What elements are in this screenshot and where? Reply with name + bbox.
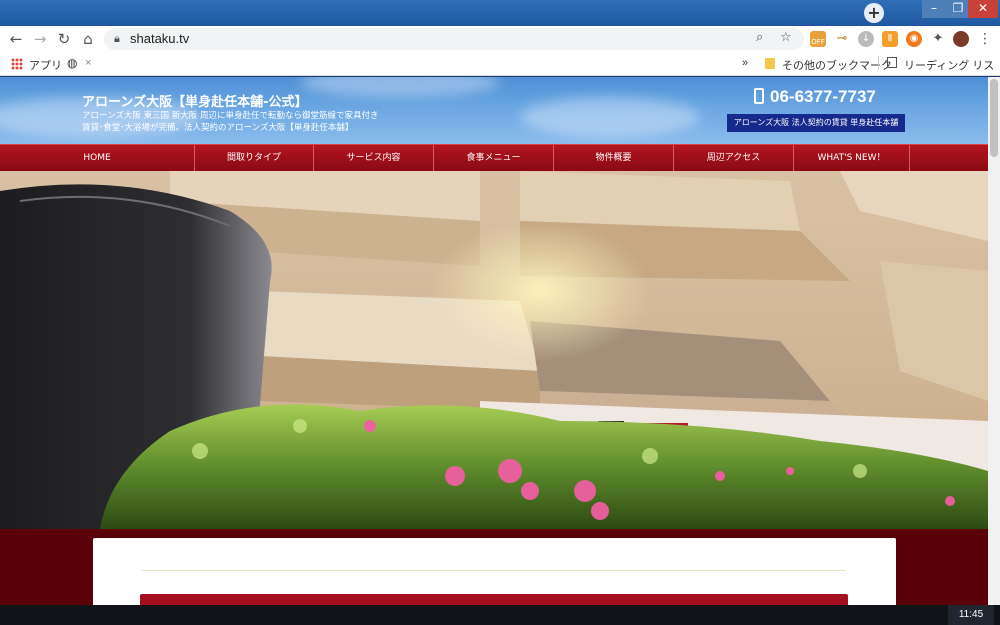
browser-window: + – ❐ ✕ ← → ↻ ⌂ 🔒︎ shataku.tv ⌕ ☆ OFF ⊸ … [0,0,1000,625]
nav-item-property[interactable]: 物件概要 [554,145,674,172]
title-bar: + – ❐ ✕ [0,0,1000,26]
content-heading-bar [140,594,848,605]
nav-item-access[interactable]: 周辺アクセス [674,145,794,172]
reading-list-icon [887,57,897,68]
zoom-icon[interactable]: ⌕ [756,30,763,45]
bookmarks-bar: アプリ ◍ × » その他のブックマーク リーディング リスト [0,52,1000,88]
browser-toolbar: ← → ↻ ⌂ 🔒︎ shataku.tv ⌕ ☆ OFF ⊸ ↓ Ⅱ ◉ ✦ … [0,26,1000,52]
hero-illustration [0,171,988,529]
site-title[interactable]: アローンズ大阪【単身赴任本舗-公式】 [82,91,308,110]
header-cloud [520,97,700,137]
minimize-button[interactable]: – [922,0,946,18]
main-nav: HOME 間取りタイプ サービス内容 食事メニュー 物件概要 周辺アクセス WH… [0,144,988,172]
apps-link[interactable]: アプリ [29,57,62,73]
bookmark-close[interactable]: × [85,57,91,69]
extension-download-icon[interactable]: ↓ [858,31,874,47]
bookmarks-overflow[interactable]: » [742,57,748,69]
maximize-button[interactable]: ❐ [946,0,970,18]
forward-icon[interactable]: → [30,29,50,49]
close-window-button[interactable]: ✕ [968,0,998,18]
header-cloud [300,77,500,97]
taskbar-clock[interactable]: 11:45 [948,605,994,625]
globe-icon[interactable]: ◍ [67,56,77,70]
url-text: shataku.tv [130,31,190,46]
apps-grid-icon[interactable] [11,58,23,70]
nav-item-home[interactable]: HOME [0,145,195,172]
taskbar: 11:45 [0,605,1000,625]
menu-kebab-icon[interactable]: ⋮ [977,31,993,47]
extension-coupon-icon[interactable]: OFF [810,31,826,47]
extensions-puzzle-icon[interactable]: ✦ [930,31,946,47]
lock-icon: 🔒︎ [114,32,120,45]
page-viewport: アローンズ大阪【単身赴任本舗-公式】 アローンズ大阪 東三国 新大阪 周辺に単身… [0,77,988,605]
nav-item-whats-new[interactable]: WHAT'S NEW！ [794,145,910,172]
header-badge[interactable]: アローンズ大阪 法人契約の賃貸 単身赴任本舗 [727,114,905,132]
other-bookmarks[interactable]: その他のブックマーク [782,57,892,73]
address-bar[interactable]: 🔒︎ shataku.tv ⌕ ☆ [104,28,804,50]
nav-item-services[interactable]: サービス内容 [314,145,434,172]
phone-number[interactable]: 06-6377-7737 [754,87,876,107]
extension-key-icon[interactable]: ⊸ [834,31,850,47]
site-header: アローンズ大阪【単身赴任本舗-公式】 アローンズ大阪 東三国 新大阪 周辺に単身… [0,77,988,144]
new-tab-button[interactable]: + [864,3,884,23]
bookmarks-divider [878,56,879,70]
hero-building-photo [0,171,988,529]
nav-item-floorplan[interactable]: 間取りタイプ [195,145,314,172]
extension-honey-icon[interactable]: Ⅱ [882,31,898,47]
scrollbar-thumb[interactable] [990,79,998,157]
home-icon[interactable]: ⌂ [78,29,98,49]
phone-icon [754,88,764,104]
reload-icon[interactable]: ↻ [54,29,74,49]
content-divider [141,570,846,571]
folder-icon [765,58,775,69]
page-scrollbar[interactable] [988,77,1000,605]
profile-avatar[interactable] [953,31,969,47]
site-description: アローンズ大阪 東三国 新大阪 周辺に単身赴任で転勤なら御堂筋線で家具付き賃貸･… [82,111,379,133]
nav-item-meal-menu[interactable]: 食事メニュー [434,145,554,172]
back-icon[interactable]: ← [6,29,26,49]
extension-pumpkin-icon[interactable]: ◉ [906,31,922,47]
bookmark-star-icon[interactable]: ☆ [780,30,792,45]
